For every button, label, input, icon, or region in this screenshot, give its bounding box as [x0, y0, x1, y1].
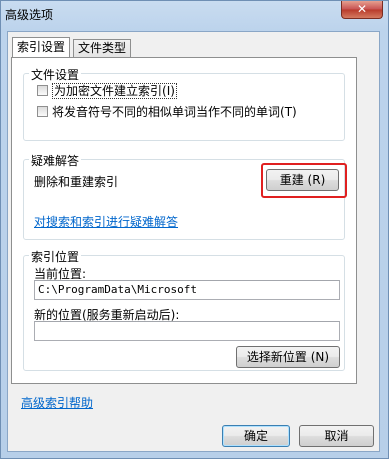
- title-bar[interactable]: 高级选项 ✕: [1, 1, 388, 27]
- encrypt-access-key: (I): [162, 84, 175, 98]
- tab-file-types[interactable]: 文件类型: [73, 39, 132, 58]
- file-settings-label: 文件设置: [29, 66, 82, 83]
- index-location-label: 索引位置: [29, 248, 82, 265]
- select-new-location-button[interactable]: 选择新位置 (N): [236, 346, 340, 368]
- ok-button[interactable]: 确定: [222, 425, 290, 447]
- cancel-button[interactable]: 取消: [299, 425, 374, 447]
- advanced-index-help-link-visible[interactable]: 高级索引帮助: [21, 394, 93, 411]
- new-location-field[interactable]: [34, 321, 340, 341]
- tab-index-settings[interactable]: 索引设置: [12, 37, 71, 58]
- diacritics-label[interactable]: 将发音符号不同的相似单词当作不同的单词(T): [52, 103, 297, 120]
- diacritics-access-key: (T): [280, 105, 297, 119]
- close-button[interactable]: ✕: [341, 1, 383, 19]
- rebuild-index-text: 删除和重建索引: [34, 175, 119, 189]
- encrypt-index-checkbox[interactable]: [37, 85, 48, 96]
- encrypt-index-text: 为加密文件建立索引: [54, 84, 163, 98]
- troubleshooting-label: 疑难解答: [29, 152, 82, 169]
- encrypt-index-label[interactable]: 为加密文件建立索引(I): [52, 82, 177, 99]
- close-icon: ✕: [356, 2, 368, 16]
- window-title: 高级选项: [5, 8, 54, 22]
- index-settings-panel: 文件设置 为加密文件建立索引(I) 将发音符号不同的相似单词当作不同的单词(T)…: [11, 57, 357, 384]
- current-location-field[interactable]: C:\ProgramData\Microsoft: [34, 280, 340, 300]
- troubleshoot-search-link[interactable]: 对搜索和索引进行疑难解答: [34, 213, 178, 230]
- diacritics-checkbox[interactable]: [37, 106, 48, 117]
- diacritics-text: 将发音符号不同的相似单词当作不同的单词: [52, 105, 281, 119]
- rebuild-highlight-box: [261, 163, 347, 198]
